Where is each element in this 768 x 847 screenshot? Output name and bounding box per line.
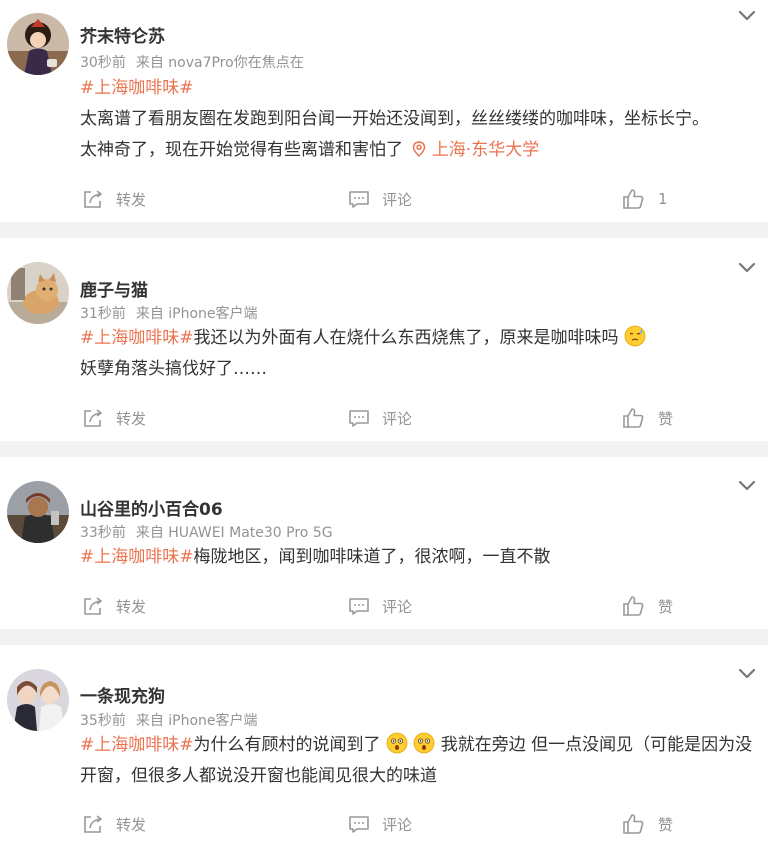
comment-icon (349, 816, 369, 833)
repost-button[interactable]: 转发 (82, 186, 146, 212)
comment-text: #上海咖啡味#为什么有顾村的说闻到了 我就在旁边 但一点没闻见（可能是因为没 开… (80, 730, 754, 792)
location-pin-icon (413, 141, 426, 158)
avatar[interactable] (7, 262, 69, 324)
repost-button[interactable]: 转发 (82, 405, 146, 431)
post-source: 来自 iPhone客户端 (135, 306, 258, 322)
post-time: 35秒前 (80, 713, 126, 729)
repost-icon (84, 190, 103, 208)
username[interactable]: 芥末特仑苏 (80, 22, 165, 47)
repost-label: 转发 (116, 409, 147, 428)
avatar[interactable] (7, 481, 69, 543)
post-source: 来自 iPhone客户端 (135, 713, 258, 729)
comment-line: 我还以为外面有人在烧什么东西烧焦了，原来是咖啡味吗 (193, 328, 619, 348)
comment-text: #上海咖啡味#梅陇地区，闻到咖啡味道了，很浓啊，一直不散 (80, 542, 754, 573)
comment-line: 太离谱了看朋友圈在发跑到阳台闻一开始还没闻到，丝丝缕缕的咖啡味，坐标长宁。 (80, 109, 709, 129)
post-source: 来自 nova7Pro你在焦点在 (135, 55, 304, 71)
astonished-face-emoji-icon (413, 732, 435, 754)
username[interactable]: 鹿子与猫 (80, 276, 148, 301)
post-meta: 30秒前 来自 nova7Pro你在焦点在 (80, 52, 304, 72)
comment-text: #上海咖啡味#我还以为外面有人在烧什么东西烧焦了，原来是咖啡味吗 妖孽角落头搞伐… (80, 323, 754, 385)
chevron-down-icon[interactable] (738, 262, 756, 274)
comment-line: 开窗，但很多人都说没开窗也能闻见很大的味道 (80, 766, 437, 786)
avatar[interactable] (7, 669, 69, 731)
thumbs-up-icon (623, 408, 644, 428)
post-meta: 31秒前 来自 iPhone客户端 (80, 303, 258, 323)
like-button[interactable]: 赞 (622, 811, 673, 837)
chevron-down-icon[interactable] (738, 10, 756, 22)
like-label: 赞 (658, 409, 674, 428)
comment-icon (349, 598, 369, 615)
hashtag-link[interactable]: #上海咖啡味# (80, 547, 194, 567)
post-time: 30秒前 (80, 55, 126, 71)
location-label: 上海·东华大学 (431, 140, 540, 160)
comment-card: 芥末特仑苏 30秒前 来自 nova7Pro你在焦点在 #上海咖啡味# 太离谱了看… (0, 0, 768, 222)
hashtag-link[interactable]: #上海咖啡味# (80, 735, 194, 755)
username[interactable]: 山谷里的小百合06 (80, 495, 223, 520)
like-label: 赞 (658, 597, 674, 616)
comment-line: 为什么有顾村的说闻到了 (193, 735, 381, 755)
comment-icon (349, 410, 369, 427)
post-meta: 35秒前 来自 iPhone客户端 (80, 710, 258, 730)
comment-line: 妖孽角落头搞伐好了…… (80, 359, 267, 379)
repost-label: 转发 (116, 815, 147, 834)
repost-icon (84, 597, 103, 615)
action-bar: 转发 评论 赞 (0, 811, 768, 837)
comment-button[interactable]: 评论 (348, 405, 412, 431)
thumbs-up-icon (623, 189, 644, 209)
hashtag-link[interactable]: #上海咖啡味# (80, 328, 194, 348)
comment-button[interactable]: 评论 (348, 593, 412, 619)
comment-line: 太神奇了，现在开始觉得有些离谱和害怕了 (80, 140, 403, 160)
post-time: 31秒前 (80, 306, 126, 322)
chevron-down-icon[interactable] (738, 480, 756, 492)
comment-label: 评论 (382, 815, 413, 834)
avatar[interactable] (7, 13, 69, 75)
like-button[interactable]: 赞 (622, 593, 673, 619)
comment-line: 梅陇地区，闻到咖啡味道了，很浓啊，一直不散 (193, 547, 551, 567)
comment-label: 评论 (382, 409, 413, 428)
repost-icon (84, 409, 103, 427)
post-time: 33秒前 (80, 525, 126, 541)
repost-icon (84, 815, 103, 833)
action-bar: 转发 评论 赞 (0, 593, 768, 619)
thumbs-up-icon (623, 596, 644, 616)
comment-text: #上海咖啡味# 太离谱了看朋友圈在发跑到阳台闻一开始还没闻到，丝丝缕缕的咖啡味，… (80, 73, 754, 166)
comment-icon (349, 191, 369, 208)
chevron-down-icon[interactable] (738, 668, 756, 680)
like-button[interactable]: 赞 (622, 405, 673, 431)
comment-card: 山谷里的小百合06 33秒前 来自 HUAWEI Mate30 Pro 5G #上… (0, 457, 768, 629)
comment-card: 一条现充狗 35秒前 来自 iPhone客户端 #上海咖啡味#为什么有顾村的说闻到… (0, 645, 768, 847)
action-bar: 转发 评论 赞 (0, 405, 768, 431)
action-bar: 转发 评论 1 (0, 186, 768, 212)
comment-button[interactable]: 评论 (348, 186, 412, 212)
thumbs-up-icon (623, 814, 644, 834)
location-link[interactable]: 上海·东华大学 (408, 140, 539, 160)
repost-label: 转发 (116, 597, 147, 616)
comment-label: 评论 (382, 597, 413, 616)
repost-label: 转发 (116, 190, 147, 209)
comment-feed: 芥末特仑苏 30秒前 来自 nova7Pro你在焦点在 #上海咖啡味# 太离谱了看… (0, 0, 768, 847)
comment-label: 评论 (382, 190, 413, 209)
comment-line: 我就在旁边 但一点没闻见（可能是因为没 (440, 735, 753, 755)
comment-card: 鹿子与猫 31秒前 来自 iPhone客户端 #上海咖啡味#我还以为外面有人在烧什… (0, 238, 768, 441)
post-source: 来自 HUAWEI Mate30 Pro 5G (135, 525, 333, 541)
hashtag-link[interactable]: #上海咖啡味# (80, 78, 194, 98)
post-meta: 33秒前 来自 HUAWEI Mate30 Pro 5G (80, 522, 333, 542)
like-count: 1 (658, 190, 668, 208)
repost-button[interactable]: 转发 (82, 811, 146, 837)
repost-button[interactable]: 转发 (82, 593, 146, 619)
sweat-face-emoji-icon (624, 325, 646, 347)
like-button[interactable]: 1 (622, 186, 668, 212)
like-label: 赞 (658, 815, 674, 834)
astonished-face-emoji-icon (386, 732, 408, 754)
comment-button[interactable]: 评论 (348, 811, 412, 837)
username[interactable]: 一条现充狗 (80, 682, 165, 707)
